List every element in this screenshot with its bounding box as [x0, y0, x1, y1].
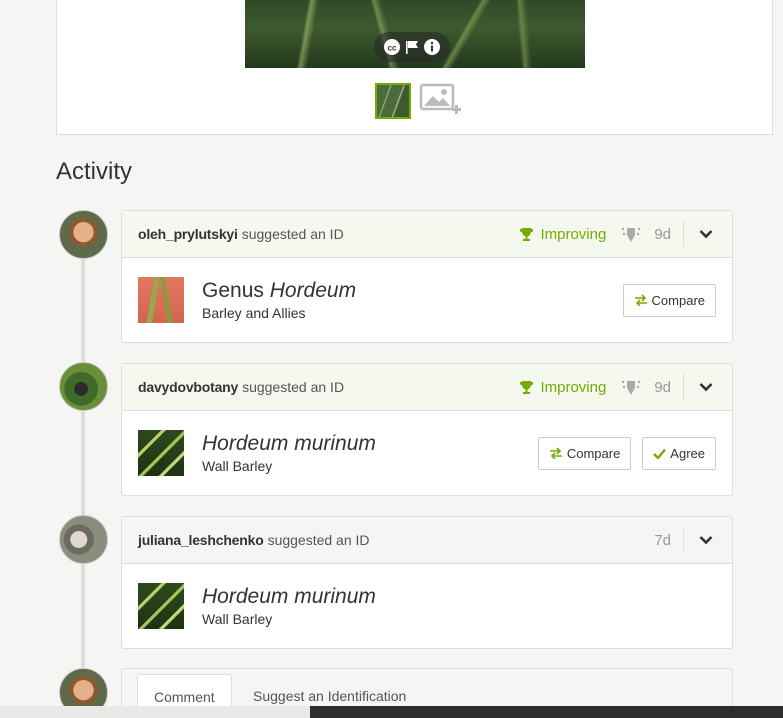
divider: [683, 374, 684, 400]
add-photo-icon[interactable]: [419, 81, 463, 121]
compare-icon: [634, 294, 647, 306]
timeline-line: [81, 250, 85, 680]
taxon-photo[interactable]: [138, 430, 184, 476]
chevron-down-icon[interactable]: [696, 229, 716, 239]
chevron-down-icon[interactable]: [696, 382, 716, 392]
activity-age: 7d: [654, 531, 671, 549]
compare-label: Compare: [651, 292, 705, 308]
svg-text:cc: cc: [388, 44, 397, 53]
activity-item: davydovbotany suggested an ID Improving …: [121, 363, 733, 496]
taxon-scientific-name: Hordeum: [269, 279, 357, 302]
improving-badge: Improving: [519, 379, 606, 396]
photo-thumbnail[interactable]: [375, 83, 411, 119]
improving-label: Improving: [540, 378, 607, 396]
trophy-icon: [520, 380, 534, 394]
taxon-scientific-name: Hordeum murinum: [202, 585, 376, 608]
improving-badge: Improving: [519, 226, 606, 243]
user-avatar[interactable]: [59, 515, 108, 564]
common-name: Barley and Allies: [202, 305, 306, 321]
activity-item-header: oleh_prylutskyi suggested an ID Improvin…: [122, 211, 732, 258]
taxon-name[interactable]: Genus Hordeum: [202, 279, 356, 303]
activity-item: oleh_prylutskyi suggested an ID Improvin…: [121, 210, 733, 343]
divider: [683, 527, 684, 553]
activity-action: suggested an ID: [267, 532, 370, 548]
username-link[interactable]: davydovbotany: [138, 379, 238, 395]
activity-heading: Activity: [56, 158, 133, 185]
identification-body: Genus Hordeum Barley and Allies Compare: [122, 258, 732, 342]
identification-body: Hordeum murinum Wall Barley Compare Agre…: [122, 411, 732, 495]
common-name: Wall Barley: [202, 458, 273, 474]
username-link[interactable]: oleh_prylutskyi: [138, 226, 238, 242]
activity-age: 9d: [654, 378, 671, 396]
activity-item: juliana_leshchenko suggested an ID 7d Ho…: [121, 516, 733, 649]
flag-icon[interactable]: [403, 38, 421, 56]
taxon-scientific-name: Hordeum murinum: [202, 432, 376, 455]
username-link[interactable]: juliana_leshchenko: [138, 532, 264, 548]
taskbar: [0, 706, 783, 718]
taxon-rank: Genus: [202, 279, 264, 302]
info-icon[interactable]: [423, 38, 441, 56]
agree-label: Agree: [670, 445, 705, 461]
activity-item-header: davydovbotany suggested an ID Improving …: [122, 364, 732, 411]
user-avatar[interactable]: [59, 362, 108, 411]
photo-toolbar: cc: [374, 32, 450, 62]
activity-age: 9d: [654, 225, 671, 243]
activity-item-header: juliana_leshchenko suggested an ID 7d: [122, 517, 732, 564]
cc-license-icon[interactable]: cc: [383, 38, 401, 56]
check-icon: [653, 448, 667, 459]
leading-id-icon: [620, 224, 642, 244]
trophy-icon: [520, 227, 534, 241]
taxon-name[interactable]: Hordeum murinum: [202, 585, 376, 609]
taxon-name[interactable]: Hordeum murinum: [202, 432, 376, 456]
chevron-down-icon[interactable]: [696, 535, 716, 545]
photo-thumbnails: [375, 81, 463, 121]
compare-button[interactable]: Compare: [537, 436, 632, 470]
agree-button[interactable]: Agree: [642, 436, 716, 470]
compare-button[interactable]: Compare: [622, 283, 716, 317]
common-name: Wall Barley: [202, 611, 273, 627]
compare-label: Compare: [566, 445, 621, 461]
user-avatar[interactable]: [59, 210, 108, 259]
taxon-photo[interactable]: [138, 583, 184, 629]
divider: [683, 221, 684, 247]
leading-id-icon: [620, 377, 642, 397]
identification-body: Hordeum murinum Wall Barley: [122, 564, 732, 648]
activity-action: suggested an ID: [241, 226, 344, 242]
activity-action: suggested an ID: [242, 379, 345, 395]
taxon-photo[interactable]: [138, 277, 184, 323]
compare-icon: [549, 447, 562, 459]
improving-label: Improving: [540, 225, 607, 243]
